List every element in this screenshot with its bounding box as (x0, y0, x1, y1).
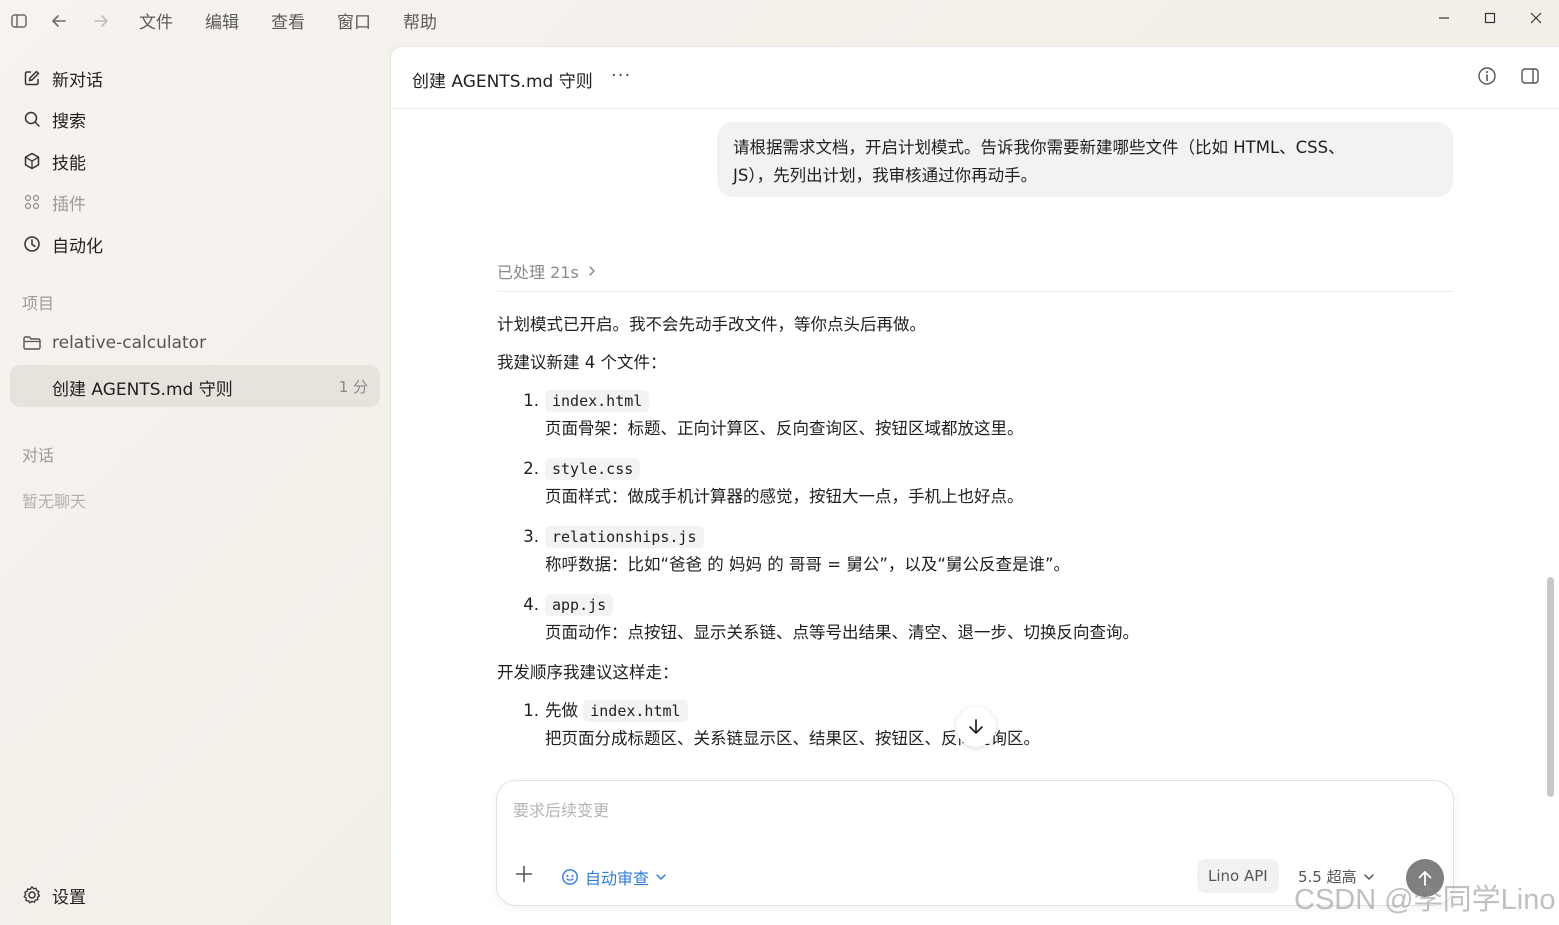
user-message-line: JS），先列出计划，我审核通过你再动手。 (733, 166, 1038, 185)
edit-icon (22, 69, 42, 87)
user-message-bubble: 请根据需求文档，开启计划模式。告诉我你需要新建哪些文件（比如 HTML、CSS、… (717, 122, 1453, 197)
order-heading: 开发顺序我建议这样走： (497, 663, 679, 682)
project-name: relative-calculator (52, 333, 207, 353)
folder-icon (22, 334, 42, 352)
file-name: index.html (545, 390, 650, 412)
assistant-response: 计划模式已开启。我不会先动手改文件，等你点头后再做。 我建议新建 4 个文件： … (497, 311, 1453, 765)
sidebar-item-label: 搜索 (52, 111, 86, 132)
file-description: 页面动作：点按钮、显示关系链、点等号出结果、清空、退一步、切换反向查询。 (545, 623, 1139, 642)
files-list: 1. index.html 页面骨架：标题、正向计算区、反向查询区、按钮区域都放… (519, 387, 1453, 647)
chats-section-label: 对话 (22, 446, 55, 465)
api-selector[interactable]: Lino API (1197, 859, 1279, 893)
sidebar-item-label: 新对话 (52, 70, 103, 91)
sidebar-item-search[interactable]: 搜索 (22, 106, 86, 132)
file-name: relationships.js (545, 526, 704, 548)
file-description: 页面骨架：标题、正向计算区、反向查询区、按钮区域都放这里。 (545, 419, 1024, 438)
clock-icon (22, 235, 42, 253)
side-panel-toggle-icon[interactable] (1520, 66, 1542, 88)
chevron-down-icon (656, 874, 666, 880)
titlebar: 文件 编辑 查看 窗口 帮助 (0, 0, 1559, 46)
chevron-right-icon (587, 262, 597, 281)
forward-arrow-icon[interactable] (90, 12, 112, 34)
main-panel: 创建 AGENTS.md 守则 ··· 请根据需求文档，开启计划模式。告诉我你需… (390, 46, 1559, 925)
thread-item-active[interactable]: 创建 AGENTS.md 守则 1 分 (10, 365, 380, 407)
sidebar-item-label: 自动化 (52, 236, 103, 257)
sidebar-item-new-chat[interactable]: 新对话 (22, 65, 103, 91)
response-intro: 计划模式已开启。我不会先动手改文件，等你点头后再做。 (497, 315, 926, 334)
menu-edit[interactable]: 编辑 (205, 12, 239, 34)
menu-window[interactable]: 窗口 (337, 12, 371, 34)
sidebar: 新对话 搜索 技能 插件 自动化 项目 relative-calculator … (0, 46, 390, 925)
menu-bar: 文件 编辑 查看 窗口 帮助 (139, 12, 469, 34)
list-item: 4. app.js 页面动作：点按钮、显示关系链、点等号出结果、清空、退一步、切… (519, 591, 1453, 647)
watermark: CSDN @李同学Lino (1294, 884, 1556, 916)
step-prefix: 先做 (545, 701, 578, 720)
sidebar-item-skills[interactable]: 技能 (22, 148, 86, 174)
settings-label: 设置 (52, 887, 86, 908)
more-options-button[interactable]: ··· (611, 65, 631, 86)
sidebar-item-label: 插件 (52, 194, 86, 215)
sidebar-item-automation[interactable]: 自动化 (22, 231, 103, 257)
arrow-down-icon (969, 719, 983, 734)
info-icon[interactable] (1477, 66, 1499, 88)
sidebar-item-label: 技能 (52, 153, 86, 174)
menu-help[interactable]: 帮助 (403, 12, 437, 34)
thread-time: 1 分 (338, 378, 368, 396)
review-icon (562, 869, 578, 885)
plus-icon (515, 865, 533, 883)
plugins-icon (22, 193, 42, 211)
projects-section-label: 项目 (22, 294, 55, 313)
divider (497, 291, 1453, 292)
menu-view[interactable]: 查看 (271, 12, 305, 34)
settings-button[interactable]: 设置 (22, 882, 86, 908)
message-input[interactable]: 要求后续变更 (513, 797, 609, 821)
no-chats-text: 暂无聊天 (22, 492, 87, 511)
processed-label: 已处理 21s (497, 263, 579, 282)
file-name: app.js (545, 594, 614, 616)
review-mode-label: 自动审查 (585, 869, 650, 888)
file-description: 称呼数据：比如“爸爸 的 妈妈 的 哥哥 = 舅公”，以及“舅公反查是谁”。 (545, 555, 1070, 574)
minimize-button[interactable] (1429, 8, 1459, 30)
user-message-line: 请根据需求文档，开启计划模式。告诉我你需要新建哪些文件（比如 HTML、CSS、 (733, 138, 1345, 157)
menu-file[interactable]: 文件 (139, 12, 173, 34)
back-arrow-icon[interactable] (48, 12, 70, 34)
gear-icon (22, 885, 42, 905)
review-mode-dropdown[interactable]: 自动审查 (561, 865, 667, 889)
file-name: index.html (583, 700, 688, 722)
list-item: 2. style.css 页面样式：做成手机计算器的感觉，按钮大一点，手机上也好… (519, 455, 1453, 511)
search-icon (22, 110, 42, 128)
scrollbar-thumb[interactable] (1547, 577, 1554, 797)
file-description: 页面样式：做成手机计算器的感觉，按钮大一点，手机上也好点。 (545, 487, 1024, 506)
file-name: style.css (545, 458, 641, 480)
add-attachment-button[interactable] (515, 865, 533, 888)
close-button[interactable] (1521, 8, 1551, 30)
sidebar-item-plugins[interactable]: 插件 (22, 189, 86, 215)
scroll-to-bottom-button[interactable] (956, 707, 996, 747)
maximize-button[interactable] (1475, 8, 1505, 30)
step-description: 把页面分成标题区、关系链显示区、结果区、按钮区、反向查询区。 (545, 729, 1040, 748)
files-heading: 我建议新建 4 个文件： (497, 353, 667, 372)
project-item[interactable]: relative-calculator (22, 330, 206, 356)
page-title: 创建 AGENTS.md 守则 (412, 72, 593, 92)
sidebar-toggle-icon[interactable] (8, 12, 30, 34)
list-item: 3. relationships.js 称呼数据：比如“爸爸 的 妈妈 的 哥哥… (519, 523, 1453, 579)
list-item: 1. index.html 页面骨架：标题、正向计算区、反向查询区、按钮区域都放… (519, 387, 1453, 443)
main-header: 创建 AGENTS.md 守则 ··· (391, 47, 1559, 109)
processed-toggle[interactable]: 已处理 21s (497, 259, 597, 283)
skills-icon (22, 152, 42, 170)
thread-title: 创建 AGENTS.md 守则 (52, 380, 233, 400)
